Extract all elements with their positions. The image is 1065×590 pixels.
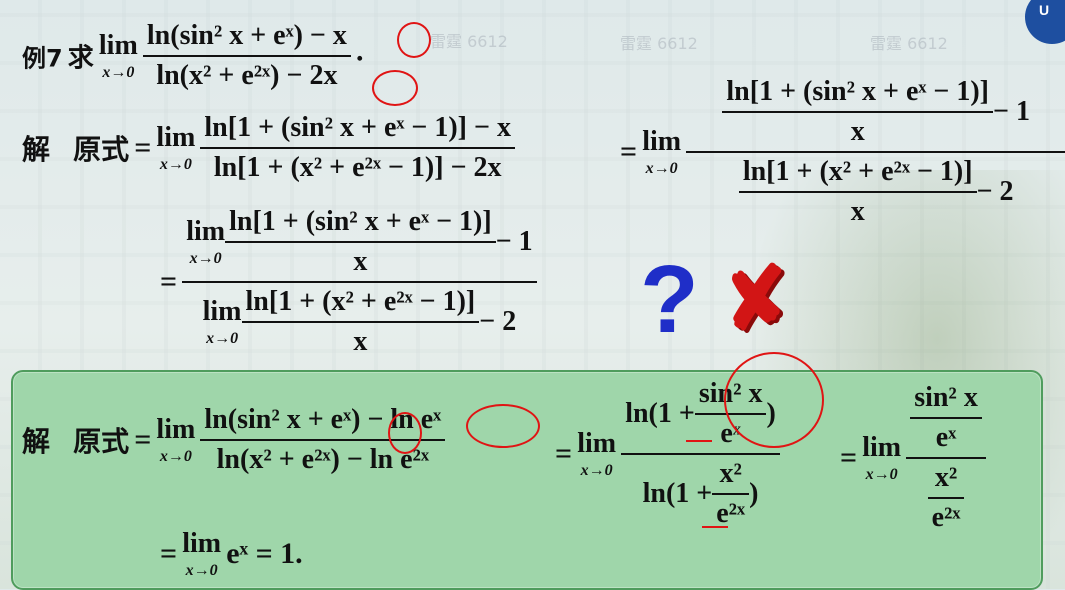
example-heading: 例7 求 lim x→0 ln(sin² x + eˣ) − x ln(x² + … [22,20,363,92]
line1-right-num-x: x [850,116,865,147]
line1-right-den-inner: ln[1 + (x² + e²ˣ − 1)] [742,156,973,187]
line2-den-inner: ln[1 + (x² + e²ˣ − 1)] [245,286,476,317]
lim-operator: lim x→0 [186,216,226,267]
example-label: 例7 [22,44,63,73]
green-right-bot-bot: e²ˣ [931,502,961,533]
final-result: eˣ = 1. [226,537,303,570]
green-right-fraction: sin² x eˣ x² e²ˣ [906,382,986,534]
example-ask: 求 [67,43,94,74]
lim-operator: lim x→0 [642,126,682,177]
red-underline [686,440,712,442]
red-circle-annotation [388,412,422,454]
line2-num-inner: ln[1 + (sin² x + eˣ − 1)] [229,206,492,237]
line1-right-den-x: x [850,196,865,227]
solution-line-1: 解 原式 = lim x→0 ln[1 + (sin² x + eˣ − 1)] … [22,112,515,184]
example-denominator: ln(x² + e²ˣ) − 2x [156,60,338,91]
equals-sign: = [620,135,638,168]
green-right: = lim x→0 sin² x eˣ x² e²ˣ [840,382,986,534]
lim-operator: lim x→0 [862,432,902,483]
original-expression-label: 原式 [73,133,130,166]
equals-sign: = [840,441,858,474]
line1-right-fraction: ln[1 + (sin² x + eˣ − 1)] x − 1 ln[1 + (… [686,76,1065,228]
lim-operator: lim x→0 [202,296,242,347]
lim-operator: lim x→0 [98,30,138,81]
line1-numerator: ln[1 + (sin² x + eˣ − 1)] − x [204,112,511,143]
line1-right-num-inner: ln[1 + (sin² x + eˣ − 1)] [726,76,989,107]
red-circle-annotation [397,22,431,58]
example-fraction: ln(sin² x + eˣ) − x ln(x² + e²ˣ) − 2x [142,20,351,92]
example-numerator: ln(sin² x + eˣ) − x [146,20,347,51]
red-circle-annotation [724,352,824,448]
line2-fraction: lim x→0 ln[1 + (sin² x + eˣ − 1)] x − 1 l… [182,206,537,358]
lim-operator: lim x→0 [156,122,196,173]
equals-sign: = [555,437,573,470]
green-mid-den-pre: ln(1 + [642,478,713,509]
green-mid-num-pre: ln(1 + [625,398,695,429]
green-line-1: 解 原式 = lim x→0 ln(sin² x + eˣ) − ln eˣ ln… [22,404,446,476]
green-right-top-bot: eˣ [935,422,957,453]
watermark: 雷霆 6612 [620,34,698,53]
red-underline [702,526,728,528]
watermark: 雷霆 6612 [430,32,508,51]
green-right-bot-top: x² [934,462,958,493]
red-circle-annotation [372,70,418,106]
question-mark-icon: ? [640,246,699,353]
original-expression-label: 原式 [73,425,130,458]
green-mid-den-top: x² [719,458,742,489]
solution-line-2: = lim x→0 ln[1 + (sin² x + eˣ − 1)] x − 1… [160,206,537,358]
equals-sign: = [134,131,152,164]
line1-fraction: ln[1 + (sin² x + eˣ − 1)] − x ln[1 + (x²… [200,112,515,184]
solution-label: 解 [22,133,51,166]
lim-operator: lim x→0 [182,528,222,579]
green-right-top-top: sin² x [914,382,978,413]
line2-den-x: x [353,326,368,357]
lim-operator: lim x→0 [577,428,617,479]
line2-num-x: x [353,246,368,277]
line1-right: = lim x→0 ln[1 + (sin² x + eˣ − 1)] x − 1… [620,76,1065,228]
example-period: . [355,34,364,68]
solution-label: 解 [22,425,51,458]
red-cross-icon: ✘ [716,249,797,350]
equals-sign: = [134,423,152,456]
equals-sign: = [160,265,178,298]
line1-right-den-tail: − 2 [976,176,1014,207]
lim-operator: lim x→0 [156,414,196,465]
red-circle-annotation [466,404,540,448]
green-final-line: = lim x→0 eˣ = 1. [160,528,303,580]
line2-den-tail: − 2 [479,306,517,337]
equals-sign: = [160,537,178,570]
line1-right-num-tail: − 1 [993,96,1030,127]
line2-num-tail: − 1 [495,226,533,257]
line1-denominator: ln[1 + (x² + e²ˣ − 1)] − 2x [213,152,502,183]
watermark: 雷霆 6612 [870,34,948,53]
